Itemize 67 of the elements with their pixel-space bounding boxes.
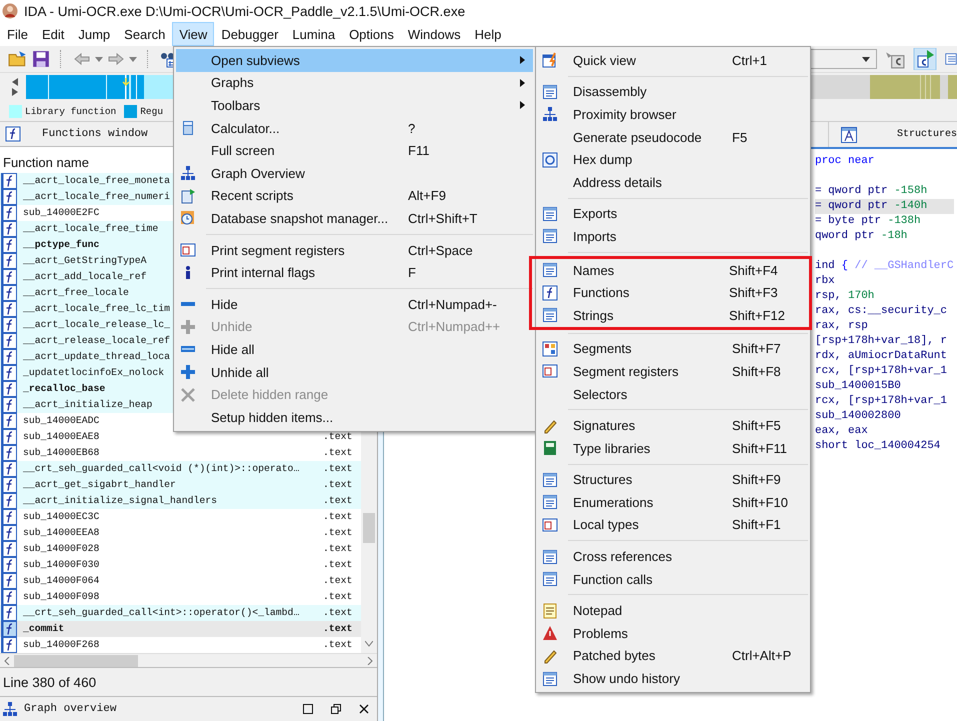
segment-name: .text [322, 447, 354, 458]
code-line: ind { // __GSHandlerC [814, 259, 954, 274]
code-line: rcx, [rsp+178h+var_1 [814, 394, 948, 409]
segment-name: .text [322, 527, 354, 538]
segment-name: .text [322, 559, 354, 570]
function-name: __pctype_func [23, 239, 100, 250]
segment-name: .text [322, 639, 354, 650]
status-text: Line 380 of 460 [0, 667, 377, 698]
function-name: __crt_seh_guarded_call<int>::operator()<_lambd… [23, 607, 300, 618]
function-name: __acrt_add_locale_ref [23, 271, 146, 282]
function-name: __acrt_initialize_heap [23, 399, 152, 410]
code-line: rax, rsp [814, 319, 869, 334]
code-line: rsp, 170h [814, 289, 876, 304]
function-name: sub_14000F028 [23, 543, 100, 554]
legend-label: Regu [140, 106, 164, 116]
function-name: sub_14000EEA8 [23, 527, 100, 538]
function-name: __crt_seh_guarded_call<void (*)(int)>::operato… [23, 463, 300, 474]
code-line: sub_140002800 [814, 409, 902, 424]
function-name: __acrt_GetStringTypeA [23, 255, 146, 266]
function-name: __acrt_free_locale [23, 287, 129, 298]
function-name: __acrt_locale_release_lc_ [23, 319, 170, 330]
function-name: _commit [23, 623, 64, 634]
function-name: __acrt_release_locale_ref [23, 335, 170, 346]
function-name: _recalloc_base [23, 383, 106, 394]
code-line: [rsp+178h+var_18], r [814, 334, 948, 349]
code-line: rax, cs:__security_c [814, 304, 948, 319]
function-name: sub_14000EAE8 [23, 431, 100, 442]
segment-name: .text [322, 591, 354, 602]
segment-name: .text [322, 479, 354, 490]
segment-name: .text [322, 511, 354, 522]
code-line: eax, eax [814, 424, 869, 439]
code-line: rdx, aUmiocrDataRunt [814, 349, 948, 364]
function-name: __acrt_locale_free_lc_tim [23, 303, 170, 314]
segment-name: .text [322, 575, 354, 586]
function-name: sub_14000F064 [23, 575, 100, 586]
function-name: __acrt_get_sigabrt_handler [23, 479, 176, 490]
function-name: _updatetlocinfoEx_nolock [23, 367, 164, 378]
segment-name: .text [322, 623, 354, 634]
window-title: IDA - Umi-OCR.exe D:\Umi-OCR\Umi-OCR_Paddle_v2.1.5\Umi-OCR.exe [24, 4, 466, 18]
function-name: __acrt_locale_free_moneta [23, 175, 170, 186]
code-line: = byte ptr -138h [814, 214, 922, 229]
code-line: sub_1400015B0 [814, 379, 902, 394]
segment-name: .text [322, 463, 354, 474]
function-name: sub_14000F098 [23, 591, 100, 602]
segment-name: .text [322, 431, 354, 442]
function-name: __acrt_locale_free_time [23, 223, 158, 234]
function-name: sub_14000EADC [23, 415, 100, 426]
function-name: sub_14000F030 [23, 559, 100, 570]
panel-title: Functions window [42, 128, 148, 140]
function-name: __acrt_initialize_signal_handlers [23, 495, 218, 506]
legend-label: Library function [25, 106, 116, 116]
function-name: sub_14000EB68 [23, 447, 100, 458]
segment-name: .text [322, 495, 354, 506]
code-line: rcx, [rsp+178h+var_1 [814, 364, 948, 379]
function-name: sub_14000EC3C [23, 511, 100, 522]
function-name: sub_14000E2FC [23, 207, 100, 218]
segment-name: .text [322, 543, 354, 554]
code-line: qword ptr -18h [814, 229, 908, 244]
code-line: short loc_140004254 [814, 439, 942, 454]
segment-name: .text [322, 607, 354, 618]
function-name: sub_14000F268 [23, 639, 100, 650]
function-name: __acrt_locale_free_numeri [23, 191, 170, 202]
code-line: proc near [814, 154, 876, 169]
panel-title: Graph overview [24, 703, 116, 716]
code-line: = qword ptr -158h [814, 184, 928, 199]
function-name: __acrt_update_thread_loca [23, 351, 170, 362]
code-line: rbx [814, 274, 836, 289]
